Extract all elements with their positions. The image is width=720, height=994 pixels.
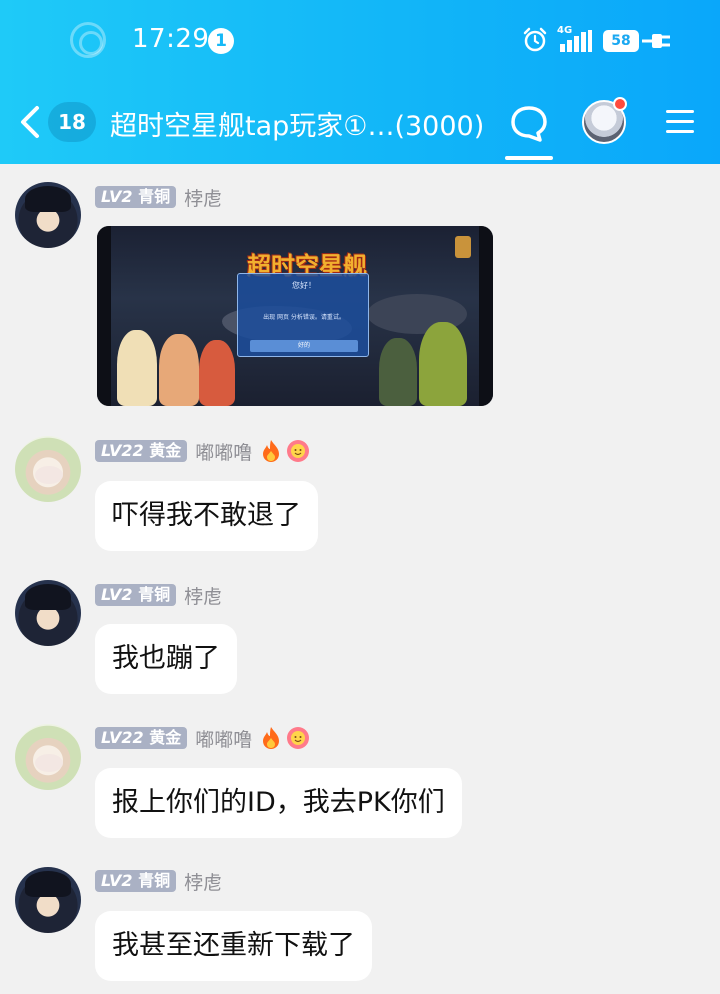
message-meta: LV2 青铜 桲䖈 [95,184,222,211]
nav-bar: 18 超时空星舰tap玩家①…(3000) [0,80,720,164]
message-meta: LV22 黄金 嘟嘟噜 [95,438,310,465]
message-image[interactable]: 超时空星舰 您好！ 出现 网页 分析错误。请重试。 好的 [97,226,493,406]
flame-icon [263,727,280,749]
chat-header: 17:29 1 4G 58 18 超时空星舰tap玩家①…(3000) [0,0,720,164]
character-graphic [159,334,199,406]
game-menu-icon [455,236,471,258]
screen-record-icon [70,22,106,58]
emoji-badge-icon [287,727,310,749]
nickname[interactable]: 桲䖈 [184,582,222,609]
avatar[interactable] [15,867,81,933]
level-badge: LV22 黄金 [95,440,188,462]
game-dialog-button: 好的 [250,340,358,352]
game-dialog-title: 您好！ [292,281,316,290]
back-arrow-icon[interactable] [18,104,42,140]
unread-dot [613,97,627,111]
character-graphic [419,322,467,406]
status-bar: 17:29 1 4G 58 [0,0,720,80]
signal-bars-icon [560,30,592,52]
flame-icon [263,440,280,462]
notification-count-badge: 1 [208,28,234,54]
level-badge: LV22 黄金 [95,727,188,749]
message-meta: LV2 青铜 桲䖈 [95,868,222,895]
charging-plug-icon [642,34,670,48]
character-graphic [379,338,417,406]
message-meta: LV2 青铜 桲䖈 [95,582,222,609]
game-dialog-body: 出现 网页 分析错误。请重试。 [263,314,345,321]
avatar[interactable] [15,182,81,248]
game-dialog: 您好！ 出现 网页 分析错误。请重试。 好的 [237,273,369,357]
group-title: 超时空星舰tap玩家①…(3000) [110,111,485,142]
status-time: 17:29 [132,24,210,54]
message-bubble[interactable]: 报上你们的ID，我去PK你们 [95,768,462,838]
nickname[interactable]: 嘟嘟噜 [195,725,252,752]
character-graphic [199,340,235,406]
avatar[interactable] [15,580,81,646]
alarm-icon [523,27,547,52]
message-bubble[interactable]: 我也蹦了 [95,624,237,694]
avatar[interactable] [15,724,81,790]
nickname[interactable]: 桲䖈 [184,868,222,895]
character-graphic [117,330,157,406]
level-badge: LV2 青铜 [95,870,177,892]
message-bubble[interactable]: 我甚至还重新下载了 [95,911,372,981]
unread-count-badge[interactable]: 18 [48,102,96,142]
active-tab-indicator [505,156,553,160]
menu-icon[interactable] [666,110,696,134]
message-meta: LV22 黄金 嘟嘟噜 [95,725,310,752]
level-badge: LV2 青铜 [95,186,177,208]
nickname[interactable]: 桲䖈 [184,184,222,211]
avatar[interactable] [15,436,81,502]
battery-level: 58 [603,30,639,52]
message-bubble[interactable]: 吓得我不敢退了 [95,481,318,551]
chat-bubble-icon[interactable] [510,104,548,142]
nickname[interactable]: 嘟嘟噜 [195,438,252,465]
emoji-badge-icon [287,440,310,462]
level-badge: LV2 青铜 [95,584,177,606]
